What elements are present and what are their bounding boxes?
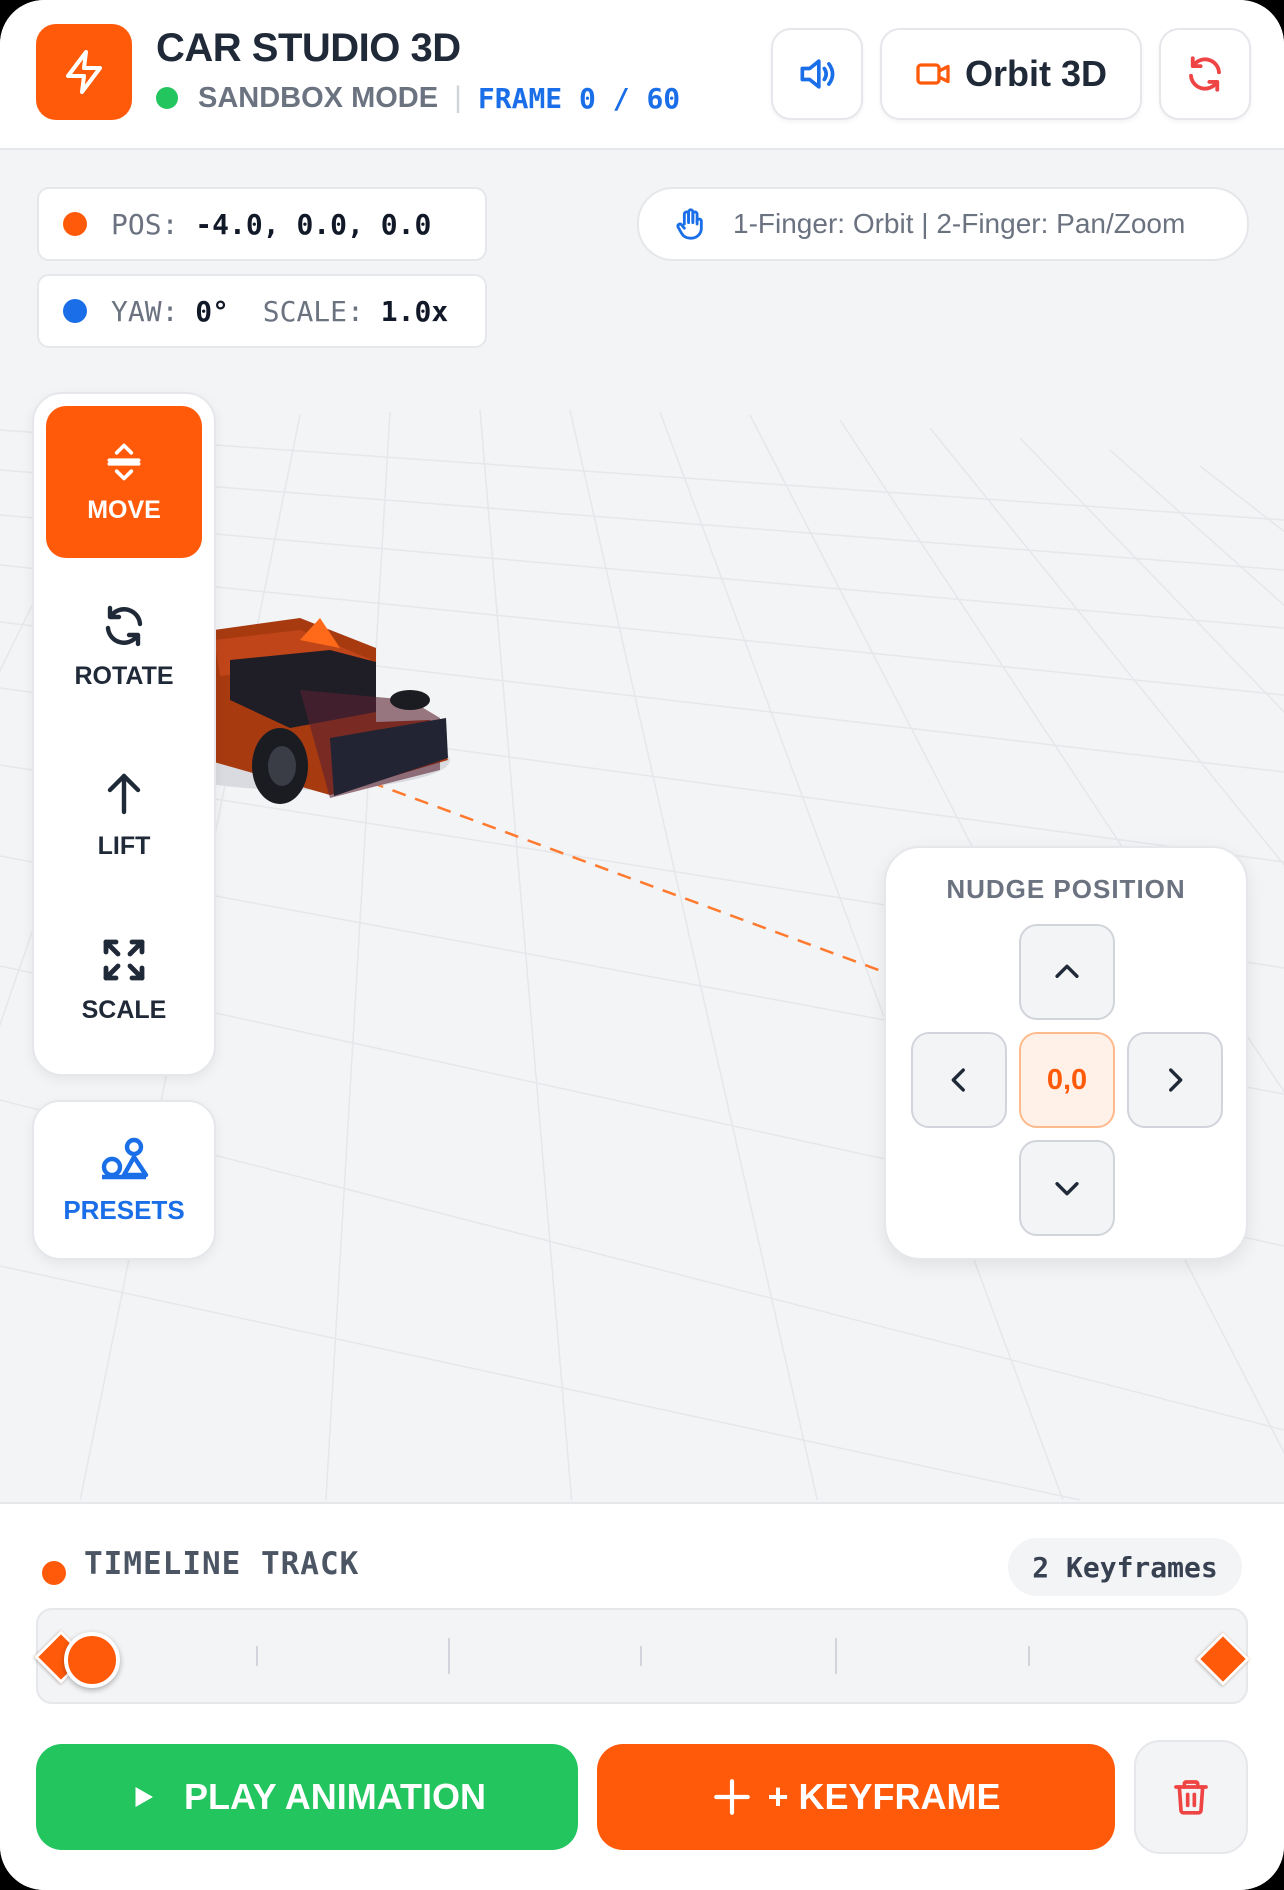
tool-lift[interactable]: LIFT [46,738,202,890]
mode-label: SANDBOX MODE [198,81,439,114]
app-title: CAR STUDIO 3D [156,26,461,70]
camera-mode-label: Orbit 3D [964,53,1107,94]
shapes-icon [101,1137,149,1179]
keyframe-count-badge: 2 Keyframes [1008,1538,1242,1596]
position-readout: POS: -4.0, 0.0, 0.0 [37,187,487,261]
timeline-playhead[interactable] [64,1632,120,1688]
sound-button[interactable] [771,28,863,120]
position-dot [63,212,87,236]
tool-rotate-label: ROTATE [74,661,174,690]
presets-label: PRESETS [63,1194,185,1225]
chevron-right-icon [1169,1068,1183,1092]
expand-icon [103,939,145,980]
timeline-title: TIMELINE TRACK [84,1546,360,1582]
status-row: SANDBOX MODE | FRAME 0 / 60 [156,80,680,116]
camera-mode-button[interactable]: Orbit 3D [880,28,1142,120]
add-keyframe-button[interactable]: + KEYFRAME [597,1744,1115,1850]
bolt-icon [66,50,102,94]
tool-scale[interactable]: SCALE [46,904,202,1056]
video-camera-icon [916,63,950,85]
scale-label: SCALE: [262,294,364,328]
tool-lift-label: LIFT [97,831,151,860]
chevron-down-icon [1055,1182,1079,1196]
header-bar: CAR STUDIO 3D SANDBOX MODE | FRAME 0 / 6… [0,0,1284,150]
nudge-center-value: 0,0 [1046,1063,1088,1096]
nudge-title: NUDGE POSITION [946,874,1186,904]
chevron-left-icon [951,1068,965,1092]
position-value: -4.0, 0.0, 0.0 [195,207,432,241]
play-icon [135,1787,153,1807]
status-dot [156,87,178,109]
frame-counter: FRAME 0 / 60 [477,81,681,115]
nudge-center-button[interactable]: 0,0 [1019,1032,1115,1128]
status-separator: | [454,81,462,114]
hand-icon [676,208,703,240]
nudge-right-button[interactable] [1127,1032,1223,1128]
refresh-icon [1189,56,1221,92]
yaw-label: YAW: [111,294,179,328]
plus-icon [714,1779,751,1815]
gesture-hint-text: 1-Finger: Orbit | 2-Finger: Pan/Zoom [733,208,1186,239]
delete-keyframe-button[interactable] [1134,1740,1248,1854]
timeline-track[interactable] [36,1608,1248,1704]
play-animation-button[interactable]: PLAY ANIMATION [36,1744,578,1850]
timeline-tick [1028,1646,1030,1666]
speaker-icon [800,59,835,89]
play-animation-label: PLAY ANIMATION [183,1776,487,1817]
trash-icon [1174,1780,1208,1815]
transform-dot [63,299,87,323]
move-vertical-icon [107,443,141,480]
tool-rotate[interactable]: ROTATE [46,570,202,722]
timeline-tick [640,1646,642,1666]
tool-scale-label: SCALE [81,995,167,1024]
reset-button[interactable] [1159,28,1251,120]
app-logo [36,24,132,120]
arrow-up-icon [107,773,141,814]
gesture-hint: 1-Finger: Orbit | 2-Finger: Pan/Zoom [637,187,1249,261]
tool-move-label: MOVE [87,495,161,524]
scale-value: 1.0x [380,294,449,328]
nudge-panel: NUDGE POSITION 0,0 [884,846,1248,1260]
chevron-up-icon [1055,964,1079,978]
nudge-down-button[interactable] [1019,1140,1115,1236]
timeline-tick [835,1638,837,1674]
add-keyframe-label: + KEYFRAME [767,1776,1001,1817]
timeline-tick [448,1638,450,1674]
nudge-left-button[interactable] [911,1032,1007,1128]
app-window: CAR STUDIO 3D SANDBOX MODE | FRAME 0 / 6… [0,0,1284,1890]
tool-move[interactable]: MOVE [46,406,202,558]
tool-palette: MOVE ROTATE LIFT SCALE [32,392,216,1076]
timeline-dot [42,1561,66,1585]
presets-button[interactable]: PRESETS [32,1100,216,1260]
position-label: POS: [111,207,179,241]
yaw-value: 0° [195,294,230,328]
timeline-tick [256,1646,258,1666]
nudge-up-button[interactable] [1019,924,1115,1020]
rotate-icon [105,605,143,646]
transform-readout: YAW: 0° SCALE: 1.0x [37,274,487,348]
